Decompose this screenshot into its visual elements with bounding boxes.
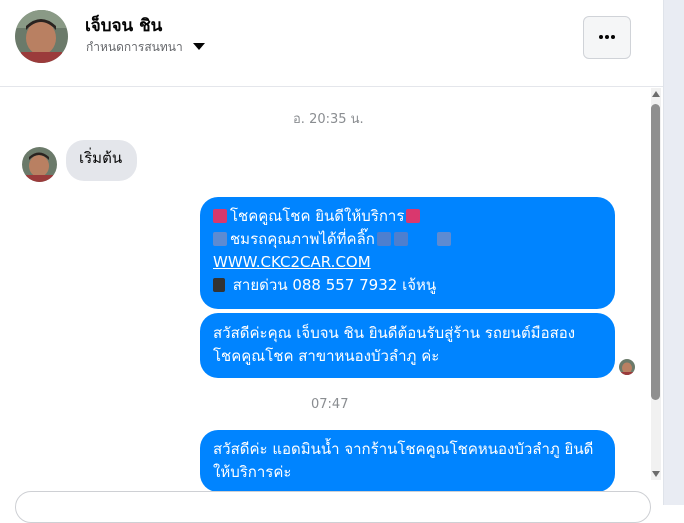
contact-name[interactable]: เจ็บจน ชิน (85, 12, 162, 39)
conversation-header: เจ็บจน ชิน กำหนดการสนทนา (0, 0, 663, 87)
message-line: โชคคูณโชค ยินดีให้บริการ (213, 205, 602, 228)
more-options-button[interactable] (583, 16, 631, 59)
play-button-icon (436, 232, 451, 246)
incoming-message-bubble[interactable]: เริ่มต้น (66, 140, 137, 181)
more-horizontal-icon (605, 35, 609, 39)
play-button-icon (213, 232, 227, 246)
message-text: โชคคูณโชค ยินดีให้บริการ (230, 207, 405, 225)
message-line: ชมรถคุณภาพได้ที่คลิ๊ก (213, 228, 602, 251)
conversation-settings-label[interactable]: กำหนดการสนทนา (86, 38, 183, 57)
thread-scrollbar[interactable] (649, 88, 663, 480)
scrollbar-thumb[interactable] (651, 104, 660, 400)
message-text: สายด่วน 088 557 7932 เจ้หนู (232, 276, 437, 294)
contact-avatar[interactable] (15, 10, 68, 63)
caret-down-icon[interactable] (193, 43, 205, 50)
message-text: เริ่มต้น (79, 149, 123, 167)
mobile-phone-icon (213, 278, 225, 292)
seen-receipt-avatar (619, 359, 635, 375)
website-link[interactable]: WWW.CKC2CAR.COM (213, 253, 371, 271)
sender-avatar[interactable] (22, 147, 57, 182)
message-text: สวัสดีค่ะคุณ เจ็บจน ชิน ยินดีต้อนรับสู่ร… (213, 324, 576, 365)
scroll-up-arrow-icon[interactable] (652, 91, 660, 97)
outgoing-message-bubble[interactable]: โชคคูณโชค ยินดีให้บริการ ชมรถคุณภาพได้ที… (200, 197, 615, 309)
timestamp: 07:47 (311, 397, 349, 412)
side-panel-edge (663, 0, 684, 505)
love-letter-icon (406, 209, 421, 223)
message-composer-input[interactable] (15, 491, 651, 523)
more-horizontal-icon (611, 35, 615, 39)
outgoing-message-bubble[interactable]: สวัสดีค่ะคุณ เจ็บจน ชิน ยินดีต้อนรับสู่ร… (200, 313, 615, 378)
scroll-down-arrow-icon[interactable] (652, 471, 660, 477)
message-text: ชมรถคุณภาพได้ที่คลิ๊ก (230, 230, 375, 248)
down-arrow-icon (376, 232, 391, 246)
outgoing-message-bubble[interactable]: สวัสดีค่ะ แอดมินน้ำ จากร้านโชคคูณโชคหนอง… (200, 430, 615, 492)
message-text: สวัสดีค่ะ แอดมินน้ำ จากร้านโชคคูณโชคหนอง… (213, 440, 594, 481)
love-letter-icon (213, 209, 227, 223)
down-arrow-icon (393, 232, 408, 246)
more-horizontal-icon (599, 35, 603, 39)
timestamp: อ. 20:35 น. (293, 112, 364, 127)
message-line: สายด่วน 088 557 7932 เจ้หนู (213, 274, 602, 297)
message-line: WWW.CKC2CAR.COM (213, 251, 602, 274)
